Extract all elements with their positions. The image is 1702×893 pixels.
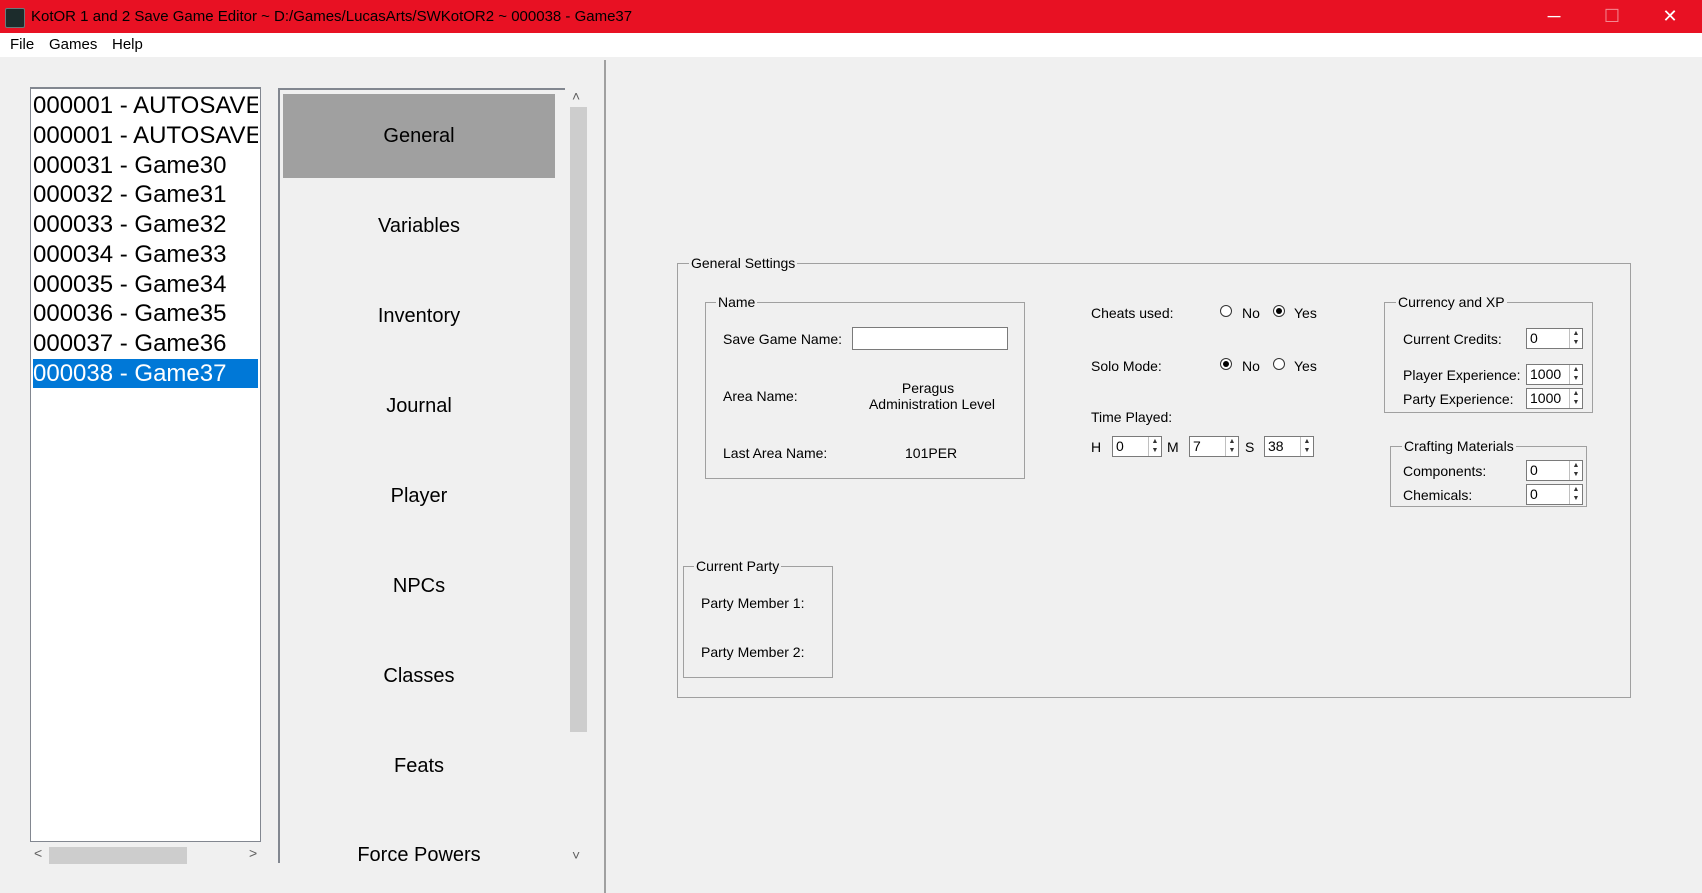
- spinner-arrows-icon[interactable]: ▲ ▼: [1569, 389, 1582, 408]
- nav-journal[interactable]: Journal: [283, 364, 555, 448]
- time-minutes-spinner[interactable]: 7 ▲ ▼: [1189, 436, 1239, 457]
- nav-classes[interactable]: Classes: [283, 634, 555, 718]
- player-experience-spinner[interactable]: 1000 ▲ ▼: [1526, 364, 1583, 385]
- time-minutes-label: M: [1167, 439, 1179, 455]
- save-list-item-selected[interactable]: 000038 - Game37: [33, 359, 258, 388]
- menu-bar: [0, 33, 1702, 57]
- current-party-group: [683, 566, 833, 678]
- crafting-materials-legend: Crafting Materials: [1402, 438, 1516, 454]
- cheats-yes-label[interactable]: Yes: [1294, 305, 1317, 321]
- save-list-item[interactable]: 000032 - Game31: [33, 180, 258, 209]
- solo-no-label[interactable]: No: [1242, 358, 1260, 374]
- scroll-up-icon[interactable]: ˄: [572, 88, 580, 104]
- scroll-right-icon[interactable]: >: [249, 845, 257, 861]
- nav-variables[interactable]: Variables: [283, 184, 555, 268]
- area-name-value-line1: Peragus: [901, 380, 955, 396]
- menu-file[interactable]: File: [10, 36, 34, 53]
- party-member-2-label: Party Member 2:: [701, 644, 805, 660]
- close-button[interactable]: ✕: [1641, 0, 1699, 33]
- menu-games[interactable]: Games: [49, 36, 97, 53]
- party-experience-label: Party Experience:: [1403, 391, 1514, 407]
- last-area-name-label: Last Area Name:: [723, 445, 828, 461]
- party-member-1-label: Party Member 1:: [701, 595, 805, 611]
- cheats-no-radio[interactable]: [1220, 305, 1232, 317]
- save-list-item[interactable]: 000001 - AUTOSAVE: [33, 91, 258, 120]
- save-list-item[interactable]: 000035 - Game34: [33, 270, 258, 299]
- current-credits-label: Current Credits:: [1403, 331, 1502, 347]
- save-game-name-label: Save Game Name:: [723, 331, 843, 347]
- panel-divider: [604, 60, 606, 893]
- cheats-no-label[interactable]: No: [1242, 305, 1260, 321]
- save-list-item[interactable]: 000036 - Game35: [33, 299, 258, 328]
- chemicals-value: 0: [1530, 486, 1538, 502]
- time-seconds-value: 38: [1268, 438, 1284, 454]
- solo-yes-radio[interactable]: [1273, 358, 1285, 370]
- cheats-yes-radio[interactable]: [1273, 305, 1285, 317]
- save-list-item[interactable]: 000001 - AUTOSAVE: [33, 121, 258, 150]
- vertical-scroll-thumb[interactable]: [570, 107, 587, 732]
- components-spinner[interactable]: 0 ▲ ▼: [1526, 460, 1583, 481]
- spinner-arrows-icon[interactable]: ▲ ▼: [1569, 365, 1582, 384]
- time-minutes-value: 7: [1193, 438, 1201, 454]
- save-list-item[interactable]: 000037 - Game36: [33, 329, 258, 358]
- current-party-legend: Current Party: [694, 558, 782, 574]
- scroll-left-icon[interactable]: <: [34, 845, 42, 861]
- area-name-label: Area Name:: [723, 388, 798, 404]
- party-experience-spinner[interactable]: 1000 ▲ ▼: [1526, 388, 1583, 409]
- nav-feats[interactable]: Feats: [283, 724, 555, 808]
- save-list-item[interactable]: 000034 - Game33: [33, 240, 258, 269]
- nav-force-powers[interactable]: Force Powers: [283, 814, 555, 869]
- solo-no-radio[interactable]: [1220, 358, 1232, 370]
- party-experience-value: 1000: [1530, 390, 1562, 406]
- save-game-list[interactable]: 000001 - AUTOSAVE 000001 - AUTOSAVE 0000…: [30, 87, 261, 842]
- nav-inventory[interactable]: Inventory: [283, 274, 555, 358]
- spinner-arrows-icon[interactable]: ▲ ▼: [1569, 329, 1582, 348]
- general-settings-legend: General Settings: [689, 255, 798, 271]
- cheats-used-label: Cheats used:: [1091, 305, 1174, 321]
- save-list-item[interactable]: 000031 - Game30: [33, 151, 258, 180]
- chemicals-spinner[interactable]: 0 ▲ ▼: [1526, 484, 1583, 505]
- save-list-item[interactable]: 000033 - Game32: [33, 210, 258, 239]
- chemicals-label: Chemicals:: [1403, 487, 1473, 503]
- time-seconds-spinner[interactable]: 38 ▲ ▼: [1264, 436, 1314, 457]
- time-hours-label: H: [1091, 439, 1102, 455]
- nav-npcs[interactable]: NPCs: [283, 544, 555, 628]
- time-hours-spinner[interactable]: 0 ▲ ▼: [1112, 436, 1162, 457]
- nav-player[interactable]: Player: [283, 454, 555, 538]
- solo-yes-label[interactable]: Yes: [1294, 358, 1317, 374]
- spinner-arrows-icon[interactable]: ▲ ▼: [1225, 437, 1238, 456]
- player-experience-label: Player Experience:: [1403, 367, 1521, 383]
- save-game-name-input[interactable]: [852, 327, 1008, 350]
- spinner-arrows-icon[interactable]: ▲ ▼: [1300, 437, 1313, 456]
- time-seconds-label: S: [1245, 439, 1255, 455]
- current-credits-spinner[interactable]: 0 ▲ ▼: [1526, 328, 1583, 349]
- menu-help[interactable]: Help: [112, 36, 143, 53]
- minimize-button[interactable]: ─: [1525, 0, 1583, 33]
- components-value: 0: [1530, 462, 1538, 478]
- scroll-down-icon[interactable]: ˅: [572, 847, 580, 863]
- spinner-arrows-icon[interactable]: ▲ ▼: [1569, 485, 1582, 504]
- name-group-legend: Name: [716, 294, 758, 310]
- window-title: KotOR 1 and 2 Save Game Editor ~ D:/Game…: [31, 8, 633, 25]
- app-icon[interactable]: [5, 8, 25, 28]
- solo-mode-label: Solo Mode:: [1091, 358, 1162, 374]
- current-credits-value: 0: [1530, 330, 1538, 346]
- horizontal-scroll-thumb[interactable]: [49, 847, 187, 864]
- components-label: Components:: [1403, 463, 1487, 479]
- last-area-name-value: 101PER: [905, 445, 958, 461]
- currency-xp-legend: Currency and XP: [1396, 294, 1507, 310]
- maximize-button[interactable]: ☐: [1583, 0, 1641, 33]
- time-played-label: Time Played:: [1091, 409, 1173, 425]
- nav-general[interactable]: General: [283, 94, 555, 178]
- player-experience-value: 1000: [1530, 366, 1562, 382]
- area-name-value-line2: Administration Level: [868, 396, 996, 412]
- spinner-arrows-icon[interactable]: ▲ ▼: [1148, 437, 1161, 456]
- spinner-arrows-icon[interactable]: ▲ ▼: [1569, 461, 1582, 480]
- time-hours-value: 0: [1116, 438, 1124, 454]
